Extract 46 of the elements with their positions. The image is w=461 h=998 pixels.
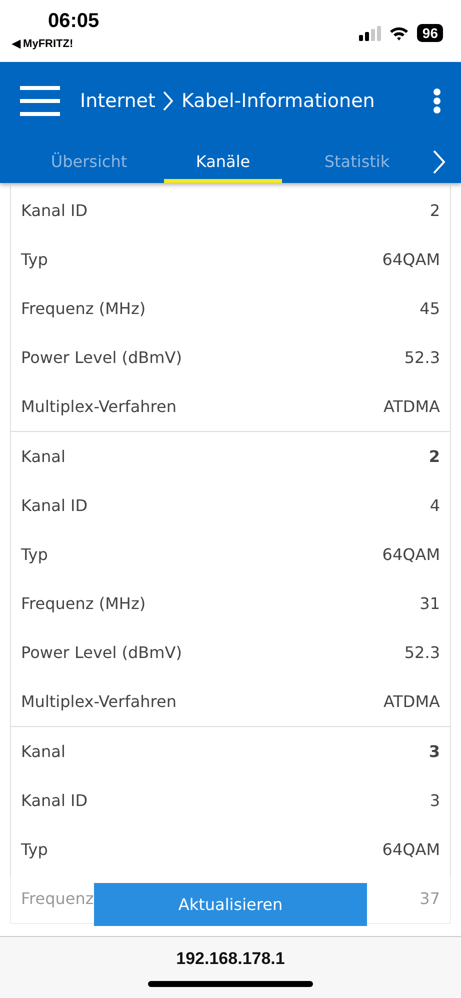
field-value: 64QAM xyxy=(382,545,440,564)
field-label: Kanal xyxy=(21,742,66,761)
field-value: 2 xyxy=(428,447,440,466)
field-label: Typ xyxy=(21,840,48,859)
field-value: 52.3 xyxy=(404,348,440,367)
field-value: 64QAM xyxy=(382,840,440,859)
field-label: Frequenz xyxy=(21,889,94,908)
field-value: 45 xyxy=(420,299,440,318)
wifi-icon xyxy=(389,26,410,40)
field-value: 3 xyxy=(428,742,440,761)
tab[interactable]: Kanäle xyxy=(164,140,282,183)
more-icon[interactable] xyxy=(433,88,441,114)
field-label: Multiplex-Verfahren xyxy=(21,397,176,416)
field-label: Kanal ID xyxy=(21,496,88,515)
back-link[interactable]: ◀ MyFRITZ! xyxy=(12,37,74,50)
field-value: ATDMA xyxy=(383,397,440,416)
field-value: 3 xyxy=(430,791,440,810)
field-value: 52.3 xyxy=(404,643,440,662)
tab[interactable]: Statistik xyxy=(298,140,416,183)
field-label: Typ xyxy=(21,250,48,269)
page-subtitle: Kabel-Informationen xyxy=(181,90,375,112)
status-time: 06:05 xyxy=(48,10,100,33)
field-value: 2 xyxy=(430,201,440,220)
field-value: ATDMA xyxy=(383,692,440,711)
tab[interactable]: Übersicht xyxy=(30,140,148,183)
field-value: 64QAM xyxy=(382,250,440,269)
field-label: Kanal ID xyxy=(21,791,88,810)
field-label: Frequenz (MHz) xyxy=(21,594,146,613)
refresh-button[interactable]: Aktualisieren xyxy=(94,883,367,926)
chevron-right-icon xyxy=(163,91,174,111)
field-label: Power Level (dBmV) xyxy=(21,348,182,367)
battery-indicator: 96 xyxy=(417,24,443,42)
url-text: 192.168.178.1 xyxy=(176,949,285,969)
field-label: Power Level (dBmV) xyxy=(21,643,182,662)
chevron-right-icon[interactable] xyxy=(433,150,445,174)
field-label: Frequenz (MHz) xyxy=(21,299,146,318)
field-label: Kanal ID xyxy=(21,201,88,220)
page-title: Internet xyxy=(80,90,156,112)
field-label: Multiplex-Verfahren xyxy=(21,692,176,711)
field-value: 31 xyxy=(420,594,440,613)
signal-icon xyxy=(359,25,382,41)
field-label: Kanal xyxy=(21,447,66,466)
field-value: 37 xyxy=(420,889,440,908)
menu-icon[interactable] xyxy=(20,86,60,116)
field-label: Typ xyxy=(21,545,48,564)
field-value: 4 xyxy=(430,496,440,515)
